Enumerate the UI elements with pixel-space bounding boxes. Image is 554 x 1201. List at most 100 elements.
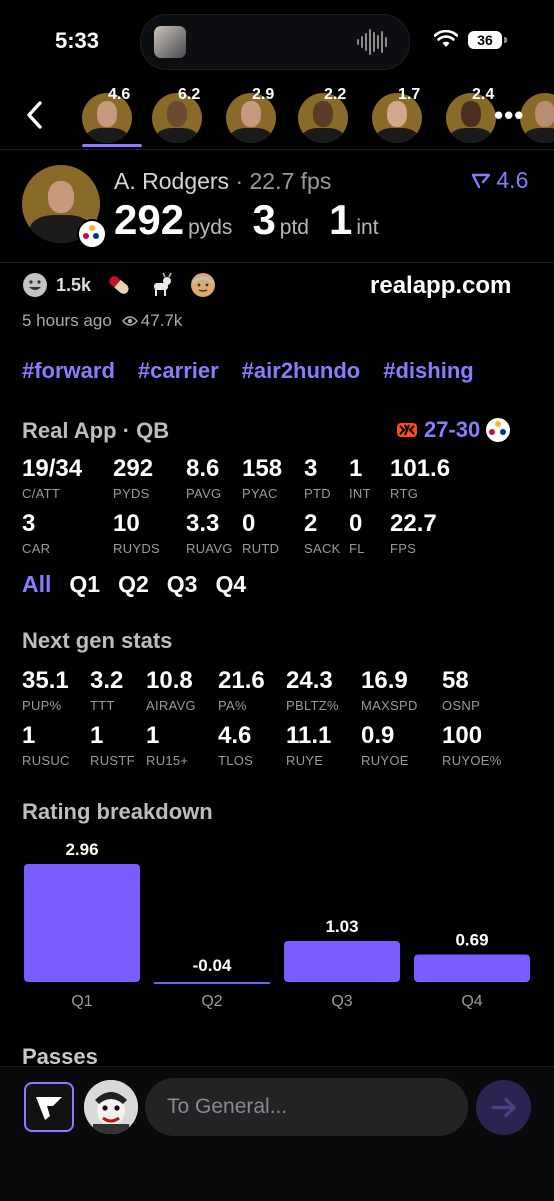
bar-data-label: 0.69 (455, 930, 488, 949)
source-site[interactable]: realapp.com (370, 272, 511, 300)
channel-avatar[interactable] (84, 1080, 138, 1134)
stat-label: RUTD (242, 541, 280, 556)
tab-all[interactable]: All (22, 571, 51, 598)
team-logo-icon (486, 418, 511, 442)
stat-value: 101.6 (390, 455, 451, 482)
stat-label: PTD (304, 486, 331, 501)
stat-value: 1 (349, 455, 363, 482)
bar-category-label: Q1 (71, 993, 92, 1010)
pill-emoji-icon[interactable] (105, 271, 133, 299)
chart-bar[interactable] (414, 954, 530, 982)
stat-label: RUYOE (361, 753, 409, 768)
now-playing-artwork (154, 26, 186, 58)
player-fps: 22.7 fps (249, 168, 332, 194)
back-chevron-icon[interactable] (22, 99, 48, 131)
reaction-bar[interactable]: 1.5k (22, 271, 217, 299)
stat-value: 16.9 (361, 667, 408, 694)
stat-label: RUYE (286, 753, 324, 768)
stat-label: TTT (90, 698, 115, 713)
app-logo-button[interactable] (24, 1082, 74, 1132)
player-name-line: A. Rodgers · 22.7 fps (114, 168, 332, 194)
bar-data-label: 2.96 (65, 840, 98, 859)
hashtag[interactable]: #dishing (383, 358, 473, 384)
stat-label: C/ATT (22, 486, 61, 501)
hashtag[interactable]: #carrier (138, 358, 219, 384)
bar-data-label: -0.04 (193, 956, 232, 975)
tab-q4[interactable]: Q4 (215, 571, 246, 598)
stat-value: 19/34 (22, 455, 83, 482)
stat-value: 24.3 (286, 667, 333, 694)
mascot-avatar-icon (84, 1080, 138, 1134)
team-logo-icon (77, 219, 107, 249)
stat-label: RUSUC (22, 753, 70, 768)
player-name: A. Rodgers (114, 168, 230, 194)
tab-q1[interactable]: Q1 (69, 571, 100, 598)
stat-label: OSNP (442, 698, 481, 713)
wifi-icon (434, 30, 458, 47)
stat-value: 0 (242, 510, 256, 537)
stat-value: 1 (22, 722, 36, 749)
quarter-tabs: All Q1 Q2 Q3 Q4 (22, 571, 246, 598)
stat-value: 11.1 (286, 722, 332, 749)
stat-value: 10.8 (146, 667, 193, 694)
player-rating-badge: 6.2 (178, 86, 201, 103)
tab-q2[interactable]: Q2 (118, 571, 149, 598)
hashtag[interactable]: #forward (22, 358, 115, 384)
tab-q3[interactable]: Q3 (167, 571, 198, 598)
stat-value: 0.9 (361, 722, 395, 749)
stat-value: 8.6 (186, 455, 220, 482)
stat-value: 10 (113, 510, 140, 537)
player-rating-badge: 1.7 (398, 86, 421, 103)
stat-value: 22.7 (390, 510, 437, 537)
stat-label: SACK (304, 541, 341, 556)
stat-value: 35.1 (22, 667, 69, 694)
stat-label: PAVG (186, 486, 222, 501)
player-avatar-7[interactable] (520, 93, 554, 143)
eye-icon (121, 316, 138, 326)
player-rating[interactable]: 4.6 (471, 167, 528, 194)
stat-label: CAR (22, 541, 51, 556)
battery-icon: 36 (468, 31, 507, 49)
status-time: 5:33 (55, 28, 100, 53)
stat-label: TLOS (218, 753, 254, 768)
stat-label: RTG (390, 486, 419, 501)
stat-label: MAXSPD (361, 698, 418, 713)
stat-value: 1 (90, 722, 104, 749)
stat-label: RUYOE% (442, 753, 502, 768)
chart-bar[interactable] (24, 864, 140, 982)
stat-label: RU15+ (146, 753, 189, 768)
goat-emoji-icon[interactable] (147, 271, 175, 299)
game-score[interactable]: 27-30 (396, 417, 511, 443)
hashtag-list: #forward #carrier #air2hundo #dishing (22, 358, 474, 384)
more-options-icon[interactable]: ••• (494, 100, 524, 131)
headline-value: 3 (252, 196, 276, 243)
app-logo-icon (36, 1097, 62, 1120)
hashtag[interactable]: #air2hundo (242, 358, 361, 384)
audio-waveform-icon (357, 28, 387, 56)
stat-value: 3.2 (90, 667, 124, 694)
stat-label: PYDS (113, 486, 150, 501)
selected-player-indicator (82, 144, 142, 147)
chart-bar[interactable] (284, 940, 400, 982)
view-count: 47.7k (140, 311, 183, 330)
grin-emoji-icon[interactable] (22, 272, 48, 298)
old-man-emoji-icon[interactable] (189, 271, 217, 299)
game-section-title: Real App · QB (22, 418, 170, 443)
stat-label: FPS (390, 541, 417, 556)
bar-category-label: Q4 (461, 993, 482, 1010)
stat-value: 292 (113, 455, 154, 482)
headline-unit: int (356, 216, 379, 239)
stat-value: 0 (349, 510, 363, 537)
dynamic-island[interactable] (140, 14, 410, 70)
headline-stats: 292 pyds 3 ptd 1 int (114, 196, 399, 244)
header-divider (0, 149, 554, 150)
message-input[interactable] (145, 1078, 468, 1136)
stat-label: PBLTZ% (286, 698, 339, 713)
chart-bar[interactable] (154, 982, 270, 984)
stat-label: RUAVG (186, 541, 233, 556)
stat-value: 58 (442, 667, 469, 694)
send-button[interactable] (476, 1080, 531, 1135)
post-meta: 5 hours ago 47.7k (22, 311, 182, 331)
post-time: 5 hours ago (22, 311, 112, 330)
section-divider (0, 262, 554, 263)
